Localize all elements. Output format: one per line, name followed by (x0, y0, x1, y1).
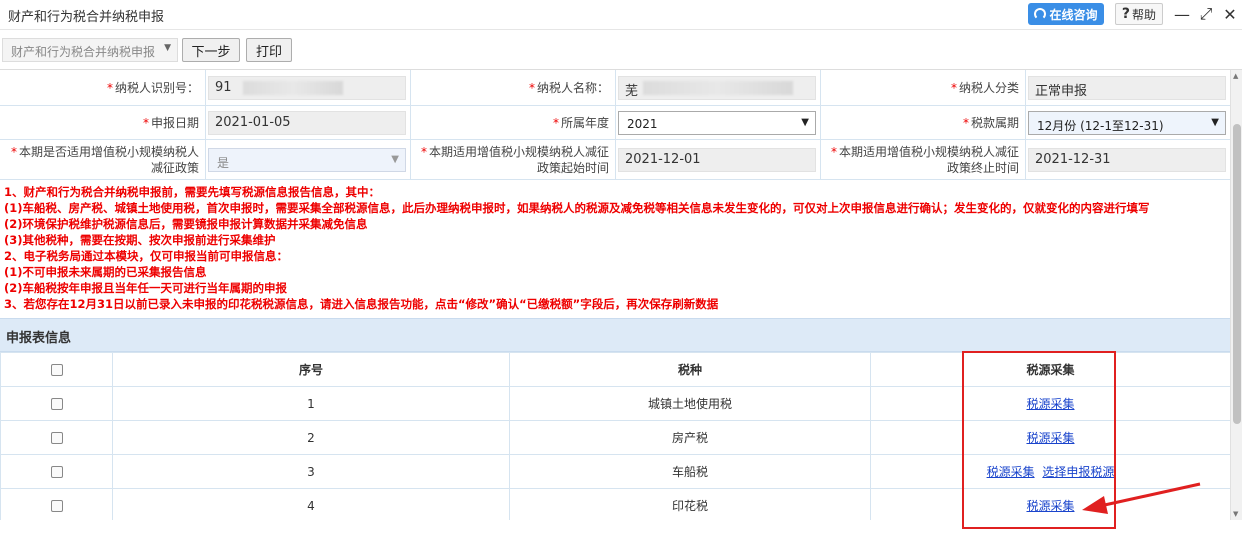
row-checkbox[interactable] (50, 398, 63, 410)
row-checkbox[interactable] (50, 500, 63, 512)
row-tax: 房产税 (509, 420, 871, 455)
column-header-seq: 序号 (112, 352, 510, 387)
main-content: * 纳税人识别号： 91 * 纳税人名称： 芜 * 纳税人分类 正常申报 * 申报日期 … (0, 70, 1230, 520)
headset-icon (1034, 8, 1047, 20)
source-collect-link[interactable]: 税源采集 (1026, 499, 1074, 513)
vertical-scrollbar[interactable]: ▲ ▼ (1230, 70, 1242, 520)
source-collect-link[interactable]: 税源采集 (1026, 431, 1074, 445)
source-collect-link[interactable]: 税源采集 (1026, 397, 1074, 411)
scrollbar-thumb[interactable] (1233, 124, 1241, 424)
policy-start-label: * 本期适用增值税小规模纳税人减征 政策起始时间 (410, 140, 616, 179)
notice-line: 2、电子税务局通过本模块，仅可申报当前可申报信息： (4, 249, 288, 263)
table-row: 2 房产税 税源采集 (0, 420, 1230, 455)
policy-end-label: * 本期适用增值税小规模纳税人减征 政策终止时间 (820, 140, 1026, 179)
notice-line: (1)车船税、房产税、城镇土地使用税，首次申报时，需要采集全部税源信息，此后办理… (4, 201, 1150, 215)
select-all-cell (0, 352, 113, 387)
row-checkbox[interactable] (50, 466, 63, 478)
window-title: 财产和行为税合并纳税申报 (8, 10, 165, 25)
table-row: 4 印花税 税源采集 (0, 488, 1230, 520)
declaration-table: 序号 税种 税源采集 1 城镇土地使用税 税源采集 2 房产税 税源采集 3 车… (0, 352, 1230, 520)
close-icon[interactable]: ✕ (1220, 2, 1240, 26)
small-scale-label: * 本期是否适用增值税小规模纳税人 减征政策 (0, 140, 206, 179)
chevron-down-icon: ▼ (801, 117, 809, 128)
title-bar: 财产和行为税合并纳税申报 在线咨询 ? 帮助 — ⤢ ✕ (0, 0, 1242, 30)
table-header-row: 序号 税种 税源采集 (0, 352, 1230, 387)
row-tax: 城镇土地使用税 (509, 386, 871, 421)
row-seq: 3 (112, 454, 510, 489)
required-mark-icon: * (106, 80, 113, 95)
row-seq: 2 (112, 420, 510, 455)
period-label: * 税款属期 (820, 106, 1026, 139)
column-header-source: 税源采集 (870, 352, 1230, 387)
year-select[interactable]: 2021 ▼ (618, 111, 816, 135)
notice-line: (2)车船税按年申报且当年任一天可进行当年属期的申报 (4, 281, 288, 295)
row-seq: 1 (112, 386, 510, 421)
next-step-button[interactable]: 下一步 (182, 38, 240, 62)
policy-start-field: 2021-12-01 (618, 148, 816, 172)
taxpayer-name-label: * 纳税人名称： (410, 70, 616, 105)
scroll-up-icon[interactable]: ▲ (1233, 72, 1238, 80)
select-source-link[interactable]: 选择申报税源 (1042, 465, 1114, 479)
select-all-checkbox[interactable] (50, 364, 63, 376)
taxpayer-category-label: * 纳税人分类 (820, 70, 1026, 105)
form-row-policy: * 本期是否适用增值税小规模纳税人 减征政策 是 ▼ * 本期适用增值税小规模纳税人… (0, 140, 1230, 180)
taxpayer-category-field: 正常申报 (1028, 76, 1226, 100)
form-type-select[interactable]: 财产和行为税合并纳税申报 ▼ (2, 38, 178, 62)
row-tax: 印花税 (509, 488, 871, 520)
online-consult-button[interactable]: 在线咨询 (1028, 3, 1104, 25)
maximize-icon[interactable]: ⤢ (1196, 2, 1216, 26)
notice-line: 1、财产和行为税合并纳税申报前，需要先填写税源信息报告信息，其中： (4, 185, 380, 199)
notice-text: 1、财产和行为税合并纳税申报前，需要先填写税源信息报告信息，其中： (1)车船税… (4, 184, 1228, 312)
notice-line: (3)其他税种，需要在按期、按次申报前进行采集维护 (4, 233, 276, 247)
taxpayer-id-field: 91 (208, 76, 406, 100)
form-type-select-value: 财产和行为税合并纳税申报 (11, 45, 156, 59)
column-header-tax: 税种 (509, 352, 871, 387)
scroll-down-icon[interactable]: ▼ (1233, 510, 1238, 518)
chevron-down-icon: ▼ (164, 43, 171, 53)
question-icon: ? (1121, 6, 1131, 22)
section-title: 申报表信息 (0, 318, 1230, 352)
row-checkbox[interactable] (50, 432, 63, 444)
chevron-down-icon: ▼ (391, 154, 399, 165)
row-seq: 4 (112, 488, 510, 520)
redacted-mask (243, 81, 343, 95)
period-select[interactable]: 12月份 (12-1至12-31) ▼ (1028, 111, 1226, 135)
year-label: * 所属年度 (410, 106, 616, 139)
toolbar: 财产和行为税合并纳税申报 ▼ 下一步 打印 (0, 30, 1242, 70)
source-collect-link[interactable]: 税源采集 (987, 465, 1035, 479)
notice-line: 3、若您存在12月31日以前已录入未申报的印花税税源信息，请进入信息报告功能，点… (4, 297, 719, 311)
help-label: 帮助 (1132, 7, 1157, 22)
print-button[interactable]: 打印 (246, 38, 292, 62)
taxpayer-id-label: * 纳税人识别号： (0, 70, 206, 105)
table-row: 1 城镇土地使用税 税源采集 (0, 386, 1230, 421)
redacted-mask (643, 81, 793, 95)
form-row-taxpayer: * 纳税人识别号： 91 * 纳税人名称： 芜 * 纳税人分类 正常申报 (0, 70, 1230, 106)
minimize-icon[interactable]: — (1172, 2, 1192, 26)
declare-date-field: 2021-01-05 (208, 111, 406, 135)
notice-line: (2)环境保护税维护税源信息后，需要镜报申报计算数据并采集减免信息 (4, 217, 368, 231)
notice-line: (1)不可申报未来属期的已采集报告信息 (4, 265, 207, 279)
table-row: 3 车船税 税源采集 选择申报税源 (0, 454, 1230, 489)
online-consult-label: 在线咨询 (1049, 7, 1098, 22)
declare-date-label: * 申报日期 (0, 106, 206, 139)
help-button[interactable]: ? 帮助 (1115, 3, 1163, 25)
taxpayer-name-field: 芜 (618, 76, 816, 100)
row-tax: 车船税 (509, 454, 871, 489)
small-scale-select[interactable]: 是 ▼ (208, 148, 406, 172)
form-row-period: * 申报日期 2021-01-05 * 所属年度 2021 ▼ * 税款属期 12月份… (0, 106, 1230, 140)
chevron-down-icon: ▼ (1211, 117, 1219, 128)
policy-end-field: 2021-12-31 (1028, 148, 1226, 172)
